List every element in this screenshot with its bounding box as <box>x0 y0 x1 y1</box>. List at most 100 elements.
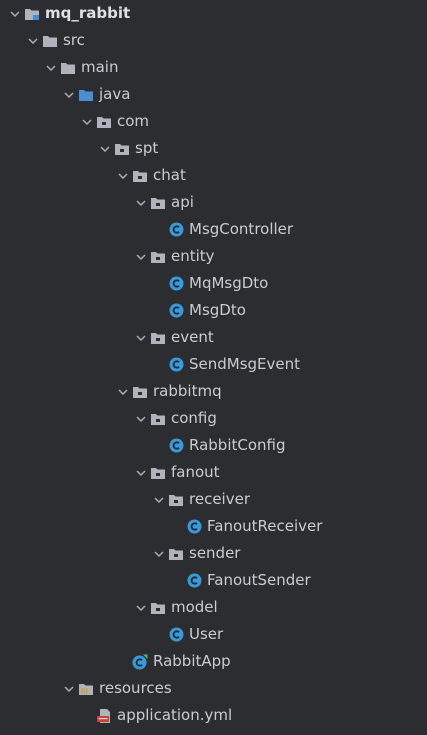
chevron-down-icon[interactable] <box>60 81 78 108</box>
package-icon <box>150 330 166 346</box>
chevron-down-icon[interactable] <box>24 27 42 54</box>
package-icon <box>132 384 148 400</box>
project-tree: mq_rabbit src main java com spt chat api… <box>0 0 427 735</box>
tree-node-entity[interactable]: entity <box>0 243 427 270</box>
chevron-down-icon[interactable] <box>132 324 150 351</box>
tree-node-label: main <box>81 58 119 76</box>
tree-node-config[interactable]: config <box>0 405 427 432</box>
tree-node-label: fanout <box>171 463 220 481</box>
chevron-down-icon[interactable] <box>150 540 168 567</box>
tree-node-label: FanoutReceiver <box>207 517 323 535</box>
package-icon <box>150 411 166 427</box>
package-icon <box>168 492 184 508</box>
package-icon <box>114 141 130 157</box>
tree-node-spt[interactable]: spt <box>0 135 427 162</box>
class-icon <box>168 222 184 238</box>
chevron-down-icon[interactable] <box>114 378 132 405</box>
folder-icon <box>42 33 58 49</box>
tree-node-src[interactable]: src <box>0 27 427 54</box>
package-icon <box>150 195 166 211</box>
class-icon <box>168 357 184 373</box>
tree-node-label: java <box>99 85 131 103</box>
tree-node-msgcontroller[interactable]: MsgController <box>0 216 427 243</box>
package-icon <box>132 168 148 184</box>
tree-node-label: entity <box>171 247 215 265</box>
tree-node-label: config <box>171 409 217 427</box>
class-icon <box>168 276 184 292</box>
tree-node-model[interactable]: model <box>0 594 427 621</box>
tree-node-label: mq_rabbit <box>45 4 131 22</box>
tree-node-application-yml[interactable]: application.yml <box>0 702 427 729</box>
tree-node-label: RabbitConfig <box>189 436 286 454</box>
tree-node-label: chat <box>153 166 186 184</box>
chevron-down-icon[interactable] <box>132 459 150 486</box>
chevron-down-icon[interactable] <box>42 54 60 81</box>
tree-node-user[interactable]: User <box>0 621 427 648</box>
class-icon <box>168 627 184 643</box>
tree-node-mq-rabbit[interactable]: mq_rabbit <box>0 0 427 27</box>
tree-node-label: application.yml <box>117 706 233 724</box>
chevron-down-icon[interactable] <box>78 108 96 135</box>
chevron-down-icon[interactable] <box>132 594 150 621</box>
tree-node-sender[interactable]: sender <box>0 540 427 567</box>
chevron-down-icon[interactable] <box>132 405 150 432</box>
tree-node-msgdto[interactable]: MsgDto <box>0 297 427 324</box>
chevron-down-icon[interactable] <box>150 486 168 513</box>
tree-node-label: spt <box>135 139 159 157</box>
class-icon <box>186 519 202 535</box>
tree-node-com[interactable]: com <box>0 108 427 135</box>
tree-node-receiver[interactable]: receiver <box>0 486 427 513</box>
tree-node-main[interactable]: main <box>0 54 427 81</box>
resources-folder-icon <box>78 681 94 697</box>
tree-node-label: model <box>171 598 218 616</box>
tree-node-rabbitconfig[interactable]: RabbitConfig <box>0 432 427 459</box>
tree-node-java[interactable]: java <box>0 81 427 108</box>
tree-node-label: User <box>189 625 224 643</box>
tree-node-rabbitmq[interactable]: rabbitmq <box>0 378 427 405</box>
tree-node-fanout[interactable]: fanout <box>0 459 427 486</box>
tree-node-label: MqMsgDto <box>189 274 269 292</box>
tree-node-fanoutreceiver[interactable]: FanoutReceiver <box>0 513 427 540</box>
tree-node-resources[interactable]: resources <box>0 675 427 702</box>
tree-node-event[interactable]: event <box>0 324 427 351</box>
tree-node-fanoutsender[interactable]: FanoutSender <box>0 567 427 594</box>
tree-node-label: SendMsgEvent <box>189 355 301 373</box>
module-folder-icon <box>24 6 40 22</box>
chevron-down-icon[interactable] <box>132 189 150 216</box>
tree-node-label: MsgDto <box>189 301 246 319</box>
class-icon <box>168 438 184 454</box>
tree-node-chat[interactable]: chat <box>0 162 427 189</box>
package-icon <box>150 465 166 481</box>
chevron-down-icon[interactable] <box>114 162 132 189</box>
package-icon <box>150 249 166 265</box>
tree-node-label: event <box>171 328 214 346</box>
tree-node-api[interactable]: api <box>0 189 427 216</box>
chevron-down-icon[interactable] <box>96 135 114 162</box>
folder-icon <box>60 60 76 76</box>
package-icon <box>96 114 112 130</box>
tree-node-rabbitapp[interactable]: RabbitApp <box>0 648 427 675</box>
package-icon <box>150 600 166 616</box>
source-folder-icon <box>78 87 94 103</box>
package-icon <box>168 546 184 562</box>
chevron-down-icon[interactable] <box>132 243 150 270</box>
tree-node-label: rabbitmq <box>153 382 222 400</box>
tree-node-sendmsgevent[interactable]: SendMsgEvent <box>0 351 427 378</box>
tree-node-mqmsgdto[interactable]: MqMsgDto <box>0 270 427 297</box>
chevron-down-icon[interactable] <box>60 675 78 702</box>
tree-node-label: api <box>171 193 194 211</box>
tree-node-label: FanoutSender <box>207 571 311 589</box>
tree-node-label: receiver <box>189 490 250 508</box>
tree-node-label: MsgController <box>189 220 294 238</box>
chevron-down-icon[interactable] <box>6 0 24 27</box>
class-icon <box>168 303 184 319</box>
